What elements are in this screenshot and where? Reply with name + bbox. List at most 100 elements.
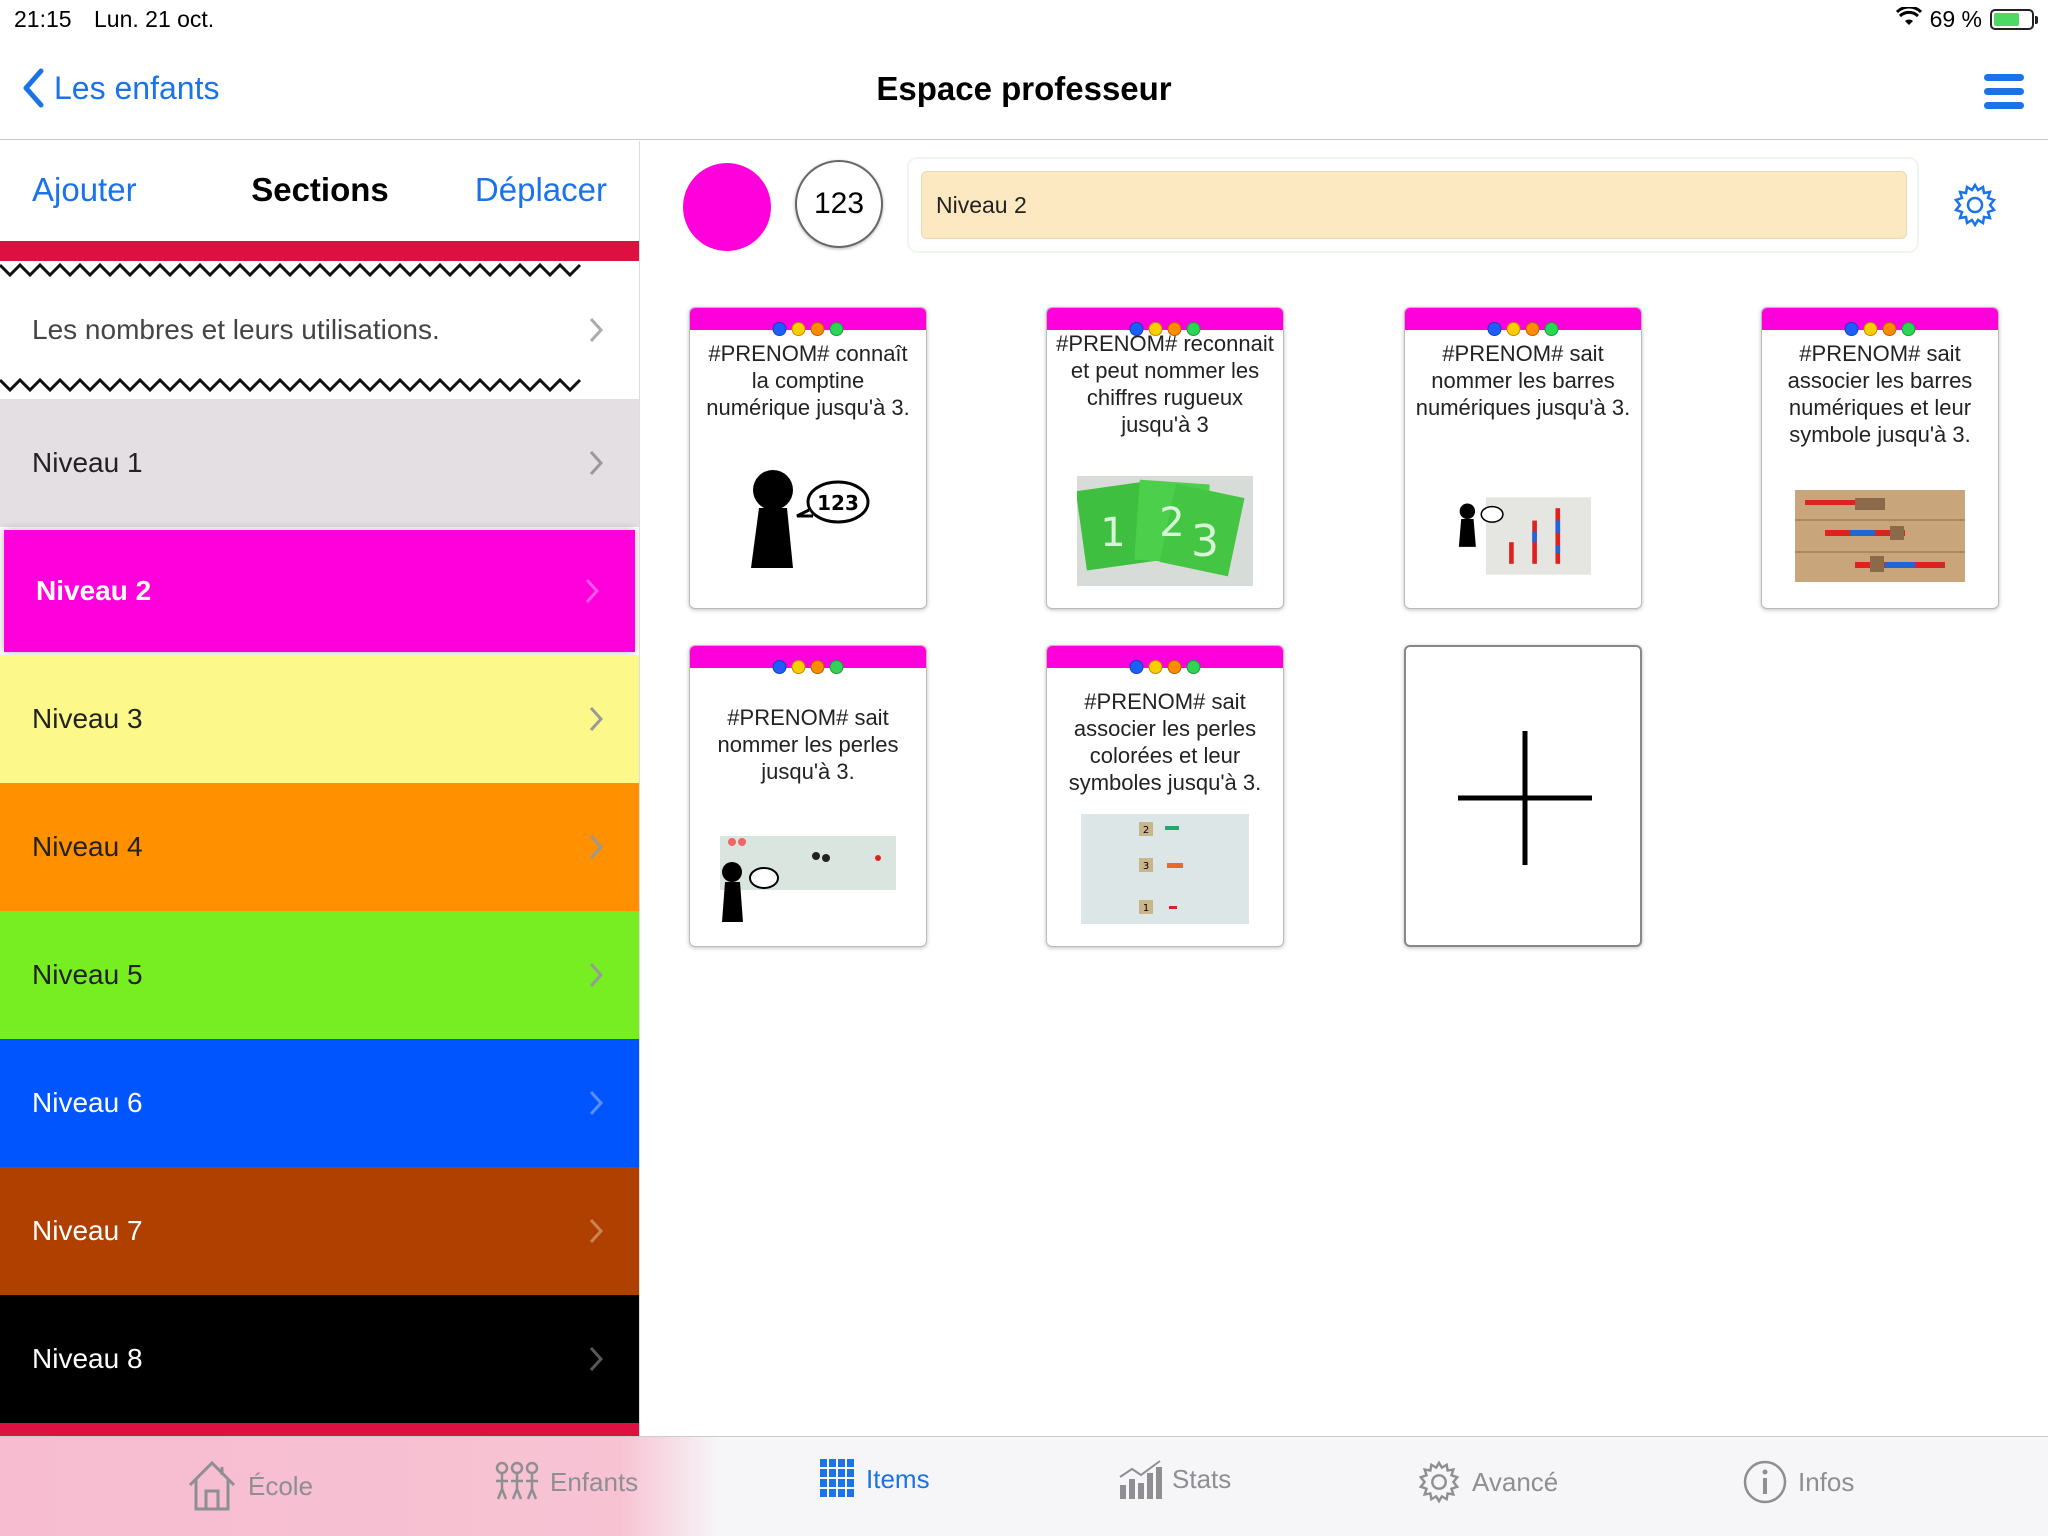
status-dot xyxy=(829,660,844,674)
svg-text:3: 3 xyxy=(1191,516,1219,567)
zigzag-divider xyxy=(0,262,582,278)
status-dot xyxy=(1863,322,1878,336)
status-dot xyxy=(1506,322,1521,336)
status-dots xyxy=(772,660,844,674)
chevron-right-icon xyxy=(589,1090,603,1116)
card-color-header xyxy=(1047,646,1283,674)
card-text: #PRENOM# sait nommer les perles jusqu'à … xyxy=(717,705,899,784)
items-grid: #PRENOM# connaît la comptine numérique j… xyxy=(641,271,2048,1436)
status-dot xyxy=(1525,322,1540,336)
level-item-8[interactable]: Niveau 8 xyxy=(0,1295,639,1423)
card-color-header xyxy=(1047,308,1283,336)
status-dot xyxy=(1544,322,1559,336)
card-image xyxy=(1795,490,1965,587)
tab-stats[interactable]: Stats xyxy=(1118,1459,1231,1499)
tab-label: Stats xyxy=(1172,1463,1232,1494)
level-label: Niveau 5 xyxy=(32,959,143,990)
level-item-1[interactable]: Niveau 1 xyxy=(0,399,639,527)
status-dot xyxy=(1148,322,1163,336)
move-button[interactable]: Déplacer xyxy=(475,171,607,209)
tab-enfants[interactable]: Enfants xyxy=(494,1459,638,1505)
hamburger-icon xyxy=(1984,74,2024,109)
status-date: Lun. 21 oct. xyxy=(94,6,215,32)
status-bar: 21:15 Lun. 21 oct. 69 % xyxy=(0,0,2048,40)
menu-button[interactable] xyxy=(1982,70,2026,119)
card-text: #PRENOM# connaît la comptine numérique j… xyxy=(706,341,910,420)
chevron-right-icon xyxy=(589,834,603,860)
status-dot xyxy=(1882,322,1897,336)
tab-ecole[interactable]: École xyxy=(186,1459,313,1513)
card-image xyxy=(1455,486,1591,591)
status-dots xyxy=(772,322,844,336)
status-dot xyxy=(1167,660,1182,674)
item-card[interactable]: #PRENOM# reconnait et peut nommer les ch… xyxy=(1046,307,1284,609)
navigation-bar: Les enfants Espace professeur xyxy=(0,40,2048,140)
level-label: Niveau 4 xyxy=(32,831,143,862)
item-card[interactable]: #PRENOM# sait associer les perles coloré… xyxy=(1046,645,1284,947)
status-dot xyxy=(829,322,844,336)
item-card[interactable]: #PRENOM# sait nommer les perles jusqu'à … xyxy=(689,645,927,947)
status-dot xyxy=(772,322,787,336)
item-card[interactable]: #PRENOM# sait nommer les barres numériqu… xyxy=(1404,307,1642,609)
chevron-right-icon xyxy=(589,450,603,476)
section-label: Les nombres et leurs utilisations. xyxy=(32,314,440,345)
svg-text:123: 123 xyxy=(817,491,859,515)
tab-infos[interactable]: Infos xyxy=(1742,1459,1854,1505)
status-dot xyxy=(1129,322,1144,336)
level-settings-button[interactable] xyxy=(1951,181,1999,234)
card-color-header xyxy=(690,308,926,336)
level-label: Niveau 2 xyxy=(36,575,152,606)
tab-label: Avancé xyxy=(1472,1466,1559,1497)
add-item-button[interactable] xyxy=(1404,645,1642,947)
level-number-button[interactable]: 123 xyxy=(795,160,883,248)
levels-list: Niveau 1 Niveau 2 Niveau 3 Niveau 4 Niveau 5… xyxy=(0,399,639,1436)
status-dot xyxy=(810,660,825,674)
section-color-stripe xyxy=(0,241,639,261)
level-item-4[interactable]: Niveau 4 xyxy=(0,783,639,911)
status-dot xyxy=(1844,322,1859,336)
level-item-2[interactable]: Niveau 2 xyxy=(4,530,635,652)
status-dot xyxy=(1167,322,1182,336)
status-dots xyxy=(1129,322,1201,336)
status-dot xyxy=(1148,660,1163,674)
chart-icon xyxy=(1119,1460,1162,1499)
chevron-right-icon xyxy=(585,578,599,604)
tab-avance[interactable]: Avancé xyxy=(1416,1459,1558,1505)
battery-icon xyxy=(1990,9,2038,30)
item-card[interactable]: #PRENOM# connaît la comptine numérique j… xyxy=(689,307,927,609)
status-dot xyxy=(791,322,806,336)
level-name-input[interactable] xyxy=(921,171,1907,239)
status-dot xyxy=(791,660,806,674)
level-item-7[interactable]: Niveau 7 xyxy=(0,1167,639,1295)
card-image: 2 3 1 xyxy=(1081,814,1249,929)
svg-text:1: 1 xyxy=(1143,903,1149,914)
item-card[interactable]: #PRENOM# sait associer les barres numéri… xyxy=(1761,307,1999,609)
card-text: #PRENOM# sait associer les perles coloré… xyxy=(1068,689,1262,795)
tab-items[interactable]: Items xyxy=(820,1459,930,1499)
svg-text:3: 3 xyxy=(1143,861,1149,872)
gear-icon xyxy=(1418,1460,1460,1504)
tab-label: Items xyxy=(866,1463,930,1494)
tab-bar: École Enfants Items Stats Avancé Infos xyxy=(0,1436,2048,1536)
svg-text:1: 1 xyxy=(1100,510,1125,556)
level-label: Niveau 3 xyxy=(32,703,143,734)
level-color-button[interactable] xyxy=(683,163,771,251)
bead-symbols-photo: 2 3 1 xyxy=(1081,814,1249,924)
level-item-next[interactable] xyxy=(0,1423,639,1436)
wifi-icon xyxy=(1895,5,1922,33)
svg-text:2: 2 xyxy=(1159,500,1184,546)
level-item-6[interactable]: Niveau 6 xyxy=(0,1039,639,1167)
card-image xyxy=(720,836,896,927)
status-dot xyxy=(1487,322,1502,336)
level-item-3[interactable]: Niveau 3 xyxy=(0,655,639,783)
chevron-right-icon xyxy=(589,962,603,988)
status-dots xyxy=(1129,660,1201,674)
status-time: 21:15 xyxy=(14,6,72,32)
chevron-right-icon xyxy=(589,1346,603,1372)
level-label: Niveau 7 xyxy=(32,1215,143,1246)
status-dot xyxy=(1186,322,1201,336)
card-image: 123 xyxy=(1075,476,1253,591)
status-dot xyxy=(1129,660,1144,674)
level-item-5[interactable]: Niveau 5 xyxy=(0,911,639,1039)
section-item[interactable]: Les nombres et leurs utilisations. xyxy=(0,284,639,376)
